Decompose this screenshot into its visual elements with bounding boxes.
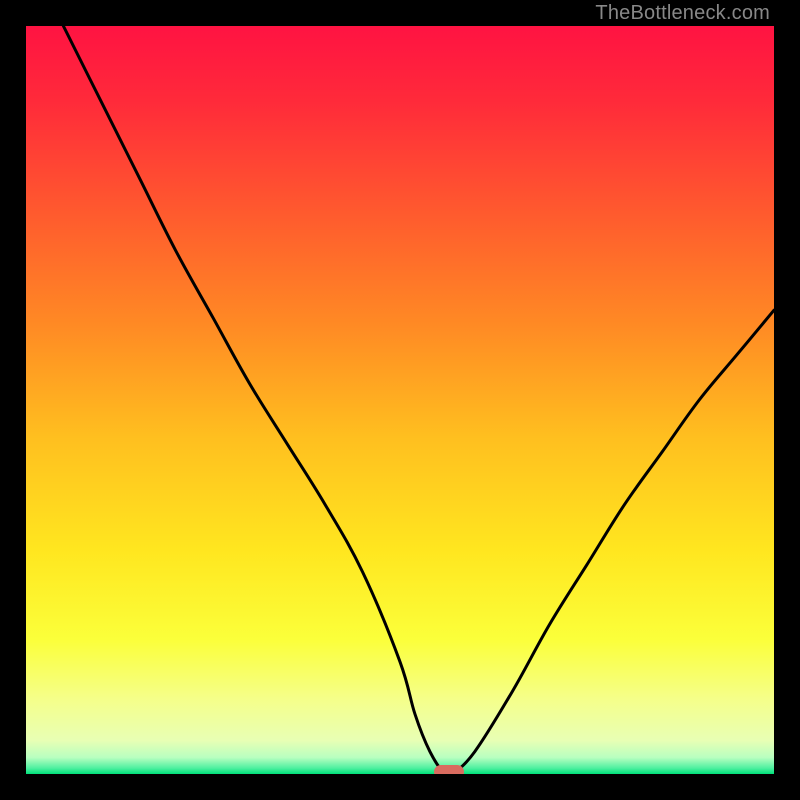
watermark-text: TheBottleneck.com	[595, 2, 770, 25]
plot-area	[26, 26, 774, 774]
bottleneck-curve	[26, 26, 774, 774]
chart-frame: TheBottleneck.com	[0, 0, 800, 800]
optimum-marker	[434, 765, 464, 774]
